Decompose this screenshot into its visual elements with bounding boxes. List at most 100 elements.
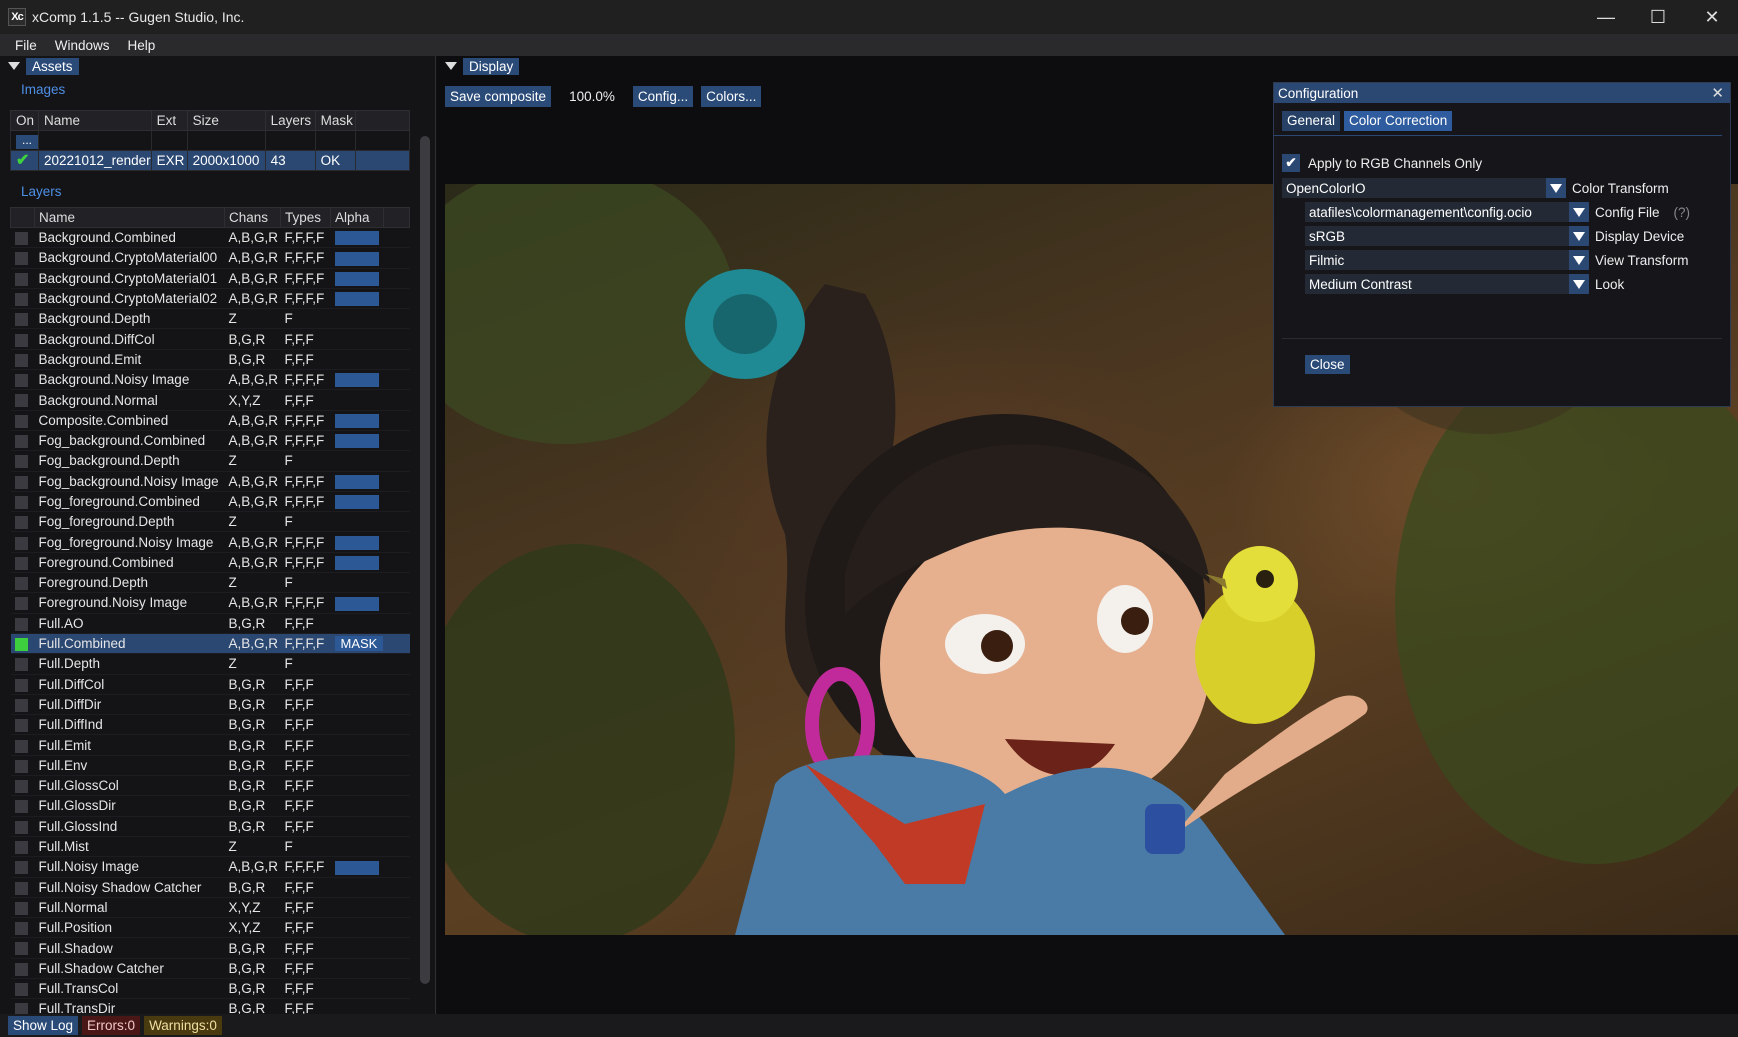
layer-row[interactable]: Full.AO B,G,R F,F,F <box>10 613 410 634</box>
tab-assets[interactable]: Assets <box>26 57 79 75</box>
look-select[interactable]: Medium Contrast <box>1305 274 1589 294</box>
layer-row[interactable]: Full.GlossDir B,G,R F,F,F <box>10 795 410 817</box>
menu-windows[interactable]: Windows <box>46 38 119 53</box>
layer-row[interactable]: Fog_foreground.Depth Z F <box>10 511 410 533</box>
layer-toggle-checkbox[interactable] <box>14 861 28 875</box>
layer-row[interactable]: Full.Depth Z F <box>10 653 410 675</box>
collapse-triangle-icon[interactable] <box>8 62 20 70</box>
layer-toggle-checkbox[interactable] <box>14 739 28 753</box>
layer-row[interactable]: Background.Noisy Image A,B,G,R F,F,F,F <box>10 369 410 391</box>
layer-toggle-checkbox[interactable] <box>14 495 28 509</box>
minimize-button[interactable]: — <box>1580 0 1632 34</box>
layer-toggle-checkbox[interactable] <box>14 394 28 408</box>
col-layer-chans[interactable]: Chans <box>224 207 281 228</box>
layer-row[interactable]: Fog_foreground.Combined A,B,G,R F,F,F,F <box>10 491 410 513</box>
layer-toggle-checkbox[interactable] <box>14 435 28 449</box>
layer-toggle-checkbox[interactable] <box>14 780 28 794</box>
images-section-title[interactable]: Images <box>0 76 435 102</box>
layer-row[interactable]: Fog_background.Combined A,B,G,R F,F,F,F <box>10 430 410 452</box>
layer-row[interactable]: Full.Env B,G,R F,F,F <box>10 755 410 777</box>
col-on[interactable]: On <box>10 110 39 131</box>
layer-row[interactable]: Full.DiffCol B,G,R F,F,F <box>10 674 410 695</box>
col-layer-types[interactable]: Types <box>280 207 331 228</box>
layer-row[interactable]: Full.GlossInd B,G,R F,F,F <box>10 816 410 837</box>
layer-row[interactable]: Background.Emit B,G,R F,F,F <box>10 349 410 371</box>
layer-toggle-checkbox[interactable] <box>14 313 28 327</box>
colors-button[interactable]: Colors... <box>701 86 762 107</box>
layer-toggle-checkbox[interactable] <box>14 901 28 915</box>
layer-toggle-checkbox[interactable] <box>14 232 28 246</box>
layer-row[interactable]: Full.DiffDir B,G,R F,F,F <box>10 694 410 716</box>
layer-row[interactable]: Foreground.Depth Z F <box>10 572 410 594</box>
errors-badge[interactable]: Errors:0 <box>82 1016 141 1035</box>
apply-rgb-checkbox[interactable]: ✔ <box>1282 154 1300 172</box>
layer-toggle-checkbox[interactable] <box>14 820 28 834</box>
dropdown-arrow-icon[interactable] <box>1569 274 1589 294</box>
save-composite-button[interactable]: Save composite <box>445 86 552 107</box>
alpha-swatch[interactable] <box>334 495 379 510</box>
layer-toggle-checkbox[interactable] <box>14 556 28 570</box>
col-layer-on[interactable] <box>10 207 35 228</box>
show-log-button[interactable]: Show Log <box>8 1016 79 1035</box>
layer-toggle-checkbox[interactable] <box>14 455 28 469</box>
layer-row[interactable]: Fog_foreground.Noisy Image A,B,G,R F,F,F,F <box>10 531 410 553</box>
layer-toggle-checkbox[interactable] <box>14 678 28 692</box>
add-image-button[interactable]: ... <box>16 134 38 149</box>
checkmark-icon[interactable]: ✔ <box>16 152 36 169</box>
help-icon[interactable]: (?) <box>1674 205 1691 220</box>
col-size[interactable]: Size <box>186 110 266 131</box>
col-layer-alpha[interactable]: Alpha <box>330 207 384 228</box>
layer-row[interactable]: Full.GlossCol B,G,R F,F,F <box>10 775 410 797</box>
layer-row[interactable]: Full.Noisy Shadow Catcher B,G,R F,F,F <box>10 877 410 898</box>
layer-row[interactable]: Fog_background.Noisy Image A,B,G,R F,F,F,F <box>10 471 410 492</box>
col-layer-name[interactable]: Name <box>34 207 225 228</box>
layer-row[interactable]: Background.Normal X,Y,Z F,F,F <box>10 389 410 411</box>
dropdown-arrow-icon[interactable] <box>1546 178 1566 198</box>
layer-toggle-checkbox[interactable] <box>14 638 28 652</box>
layer-row[interactable]: Full.Normal X,Y,Z F,F,F <box>10 897 410 919</box>
layer-toggle-checkbox[interactable] <box>14 252 28 266</box>
layer-row[interactable]: Foreground.Noisy Image A,B,G,R F,F,F,F <box>10 592 410 614</box>
assets-scrollbar[interactable] <box>420 136 430 984</box>
layer-toggle-checkbox[interactable] <box>14 353 28 367</box>
col-name[interactable]: Name <box>38 110 152 131</box>
layer-toggle-checkbox[interactable] <box>14 840 28 854</box>
layer-toggle-checkbox[interactable] <box>14 617 28 631</box>
close-window-button[interactable]: ✕ <box>1686 0 1738 34</box>
alpha-swatch[interactable] <box>334 373 379 388</box>
layer-toggle-checkbox[interactable] <box>14 333 28 347</box>
layer-row[interactable]: Foreground.Combined A,B,G,R F,F,F,F <box>10 552 410 574</box>
layer-toggle-checkbox[interactable] <box>14 983 28 997</box>
menu-file[interactable]: File <box>6 38 46 53</box>
alpha-swatch[interactable] <box>334 414 379 429</box>
menu-help[interactable]: Help <box>119 38 165 53</box>
layer-row[interactable]: Full.DiffInd B,G,R F,F,F <box>10 714 410 736</box>
alpha-swatch[interactable] <box>334 535 379 550</box>
alpha-swatch[interactable] <box>334 860 379 875</box>
alpha-swatch[interactable] <box>334 271 379 286</box>
col-ext[interactable]: Ext <box>150 110 188 131</box>
layer-row[interactable]: Full.Mist Z F <box>10 836 410 858</box>
layer-row[interactable]: Full.TransCol B,G,R F,F,F <box>10 978 410 1000</box>
layer-row[interactable]: Background.DiffCol B,G,R F,F,F <box>10 328 410 350</box>
alpha-swatch[interactable] <box>334 292 379 307</box>
config-button[interactable]: Config... <box>632 86 694 107</box>
tab-general[interactable]: General <box>1282 111 1341 131</box>
config-title-bar[interactable]: Configuration ✕ <box>1274 83 1730 103</box>
alpha-swatch[interactable] <box>334 474 379 489</box>
tab-color-correction[interactable]: Color Correction <box>1344 111 1453 131</box>
col-mask[interactable]: Mask <box>314 110 356 131</box>
dropdown-arrow-icon[interactable] <box>1569 250 1589 270</box>
layer-toggle-checkbox[interactable] <box>14 597 28 611</box>
layer-toggle-checkbox[interactable] <box>14 516 28 530</box>
layer-row[interactable]: Background.Depth Z F <box>10 308 410 330</box>
dropdown-arrow-icon[interactable] <box>1569 202 1589 222</box>
layer-toggle-checkbox[interactable] <box>14 272 28 286</box>
alpha-swatch[interactable] <box>334 434 379 449</box>
alpha-swatch[interactable] <box>334 231 379 246</box>
image-row[interactable]: ✔ 20221012_render EXR 2000x1000 43 OK <box>10 150 411 171</box>
layer-toggle-checkbox[interactable] <box>14 800 28 814</box>
layer-row[interactable]: Full.Emit B,G,R F,F,F <box>10 734 410 756</box>
mask-badge[interactable]: MASK <box>334 636 384 652</box>
layer-toggle-checkbox[interactable] <box>14 536 28 550</box>
